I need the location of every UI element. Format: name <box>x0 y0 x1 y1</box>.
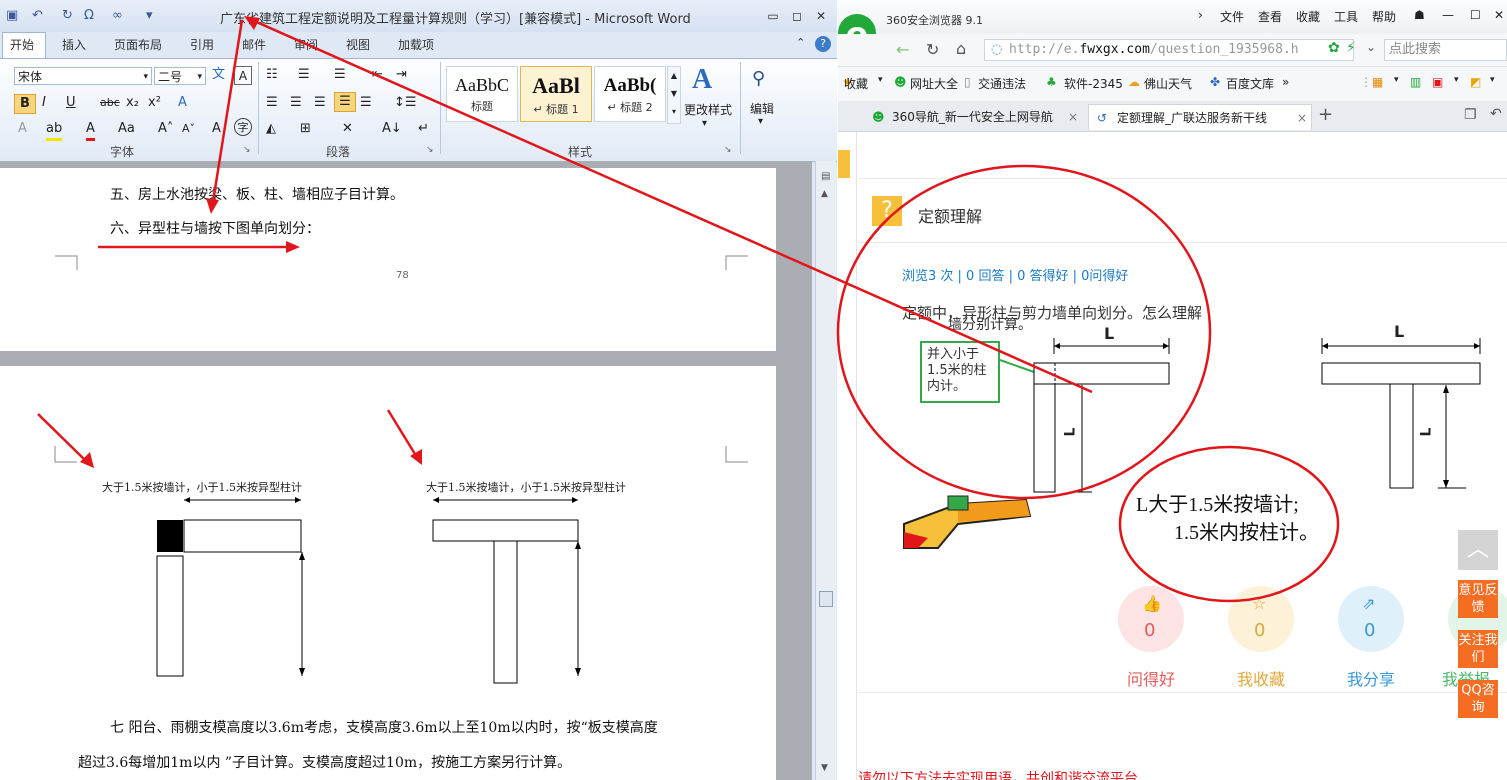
back-to-top-button[interactable]: ︿ <box>1458 530 1498 570</box>
scroll-up-icon[interactable]: ▲ <box>821 189 828 199</box>
help-icon[interactable]: ? <box>815 36 831 52</box>
share-icon: ⇗ <box>1362 594 1376 613</box>
feedback-button[interactable]: 意见反馈 <box>1458 580 1498 618</box>
dimension-label: L <box>1104 324 1115 343</box>
ruler-toggle-icon[interactable]: ▤ <box>821 171 830 182</box>
question-image-diagram <box>903 338 1481 549</box>
share-count: 0 <box>1364 620 1376 641</box>
qq-consult-button[interactable]: QQ咨询 <box>1458 680 1498 718</box>
share-button[interactable]: ⇗ 0 <box>1338 586 1404 652</box>
doc-line-7b: 超过3.6每增加1m以内 ”子目计算。支模高度超过10m，按施工方案另行计算。 <box>78 755 572 771</box>
divider <box>858 692 1507 693</box>
favorite-button[interactable]: ☆ 0 <box>1228 586 1294 652</box>
favorite-count: 0 <box>1254 620 1266 641</box>
doc-line-7a: 七 阳台、雨棚支模高度以3.6m考虑，支模高度3.6m以上至10m以内时，按“板… <box>110 720 658 736</box>
dimension-label: L <box>1394 322 1405 341</box>
helpful-label[interactable]: 问得好 <box>1106 666 1196 690</box>
close-button[interactable]: ✕ <box>810 6 832 26</box>
share-label[interactable]: 我分享 <box>1326 666 1416 690</box>
helpful-count: 0 <box>1144 620 1156 641</box>
image-note-line-1: L大于1.5米按墙计; <box>1136 494 1299 516</box>
browser-window: 360安全浏览器 9.1 › 文件 查看 收藏 工具 帮助 ☗ — ☐ ✕ e … <box>838 0 1507 780</box>
figure-caption-left: 大于1.5米按墙计，小于1.5米按异型柱计 <box>102 481 302 494</box>
favorite-label[interactable]: 我收藏 <box>1216 666 1306 690</box>
scroll-down-icon[interactable]: ▼ <box>821 763 828 773</box>
thumbs-up-icon: 👍 <box>1142 594 1162 613</box>
figure-caption-right: 大于1.5米按墙计，小于1.5米按异型柱计 <box>426 481 626 494</box>
image-note-line-2: 1.5米内按柱计。 <box>1174 522 1319 544</box>
bottom-notice: 请勿以下方法去实现用语，共创和谐交流平台 <box>858 771 1138 780</box>
vertical-scrollbar[interactable]: ▤ ▲ ▼ <box>815 161 836 780</box>
dimension-label: L <box>1062 427 1079 437</box>
figure-column-wall <box>54 446 748 684</box>
follow-us-button[interactable]: 关注我们 <box>1458 630 1498 668</box>
word-window: ▣ ↶ ↻ Ω ∞ ▾ 广东省建筑工程定额说明及工程量计算规则（学习）[兼容模式… <box>0 0 837 780</box>
star-outline-icon: ☆ <box>1252 594 1267 613</box>
dimension-label: L <box>1418 427 1435 437</box>
helpful-button[interactable]: 👍 0 <box>1118 586 1184 652</box>
scroll-thumb[interactable] <box>819 591 833 607</box>
